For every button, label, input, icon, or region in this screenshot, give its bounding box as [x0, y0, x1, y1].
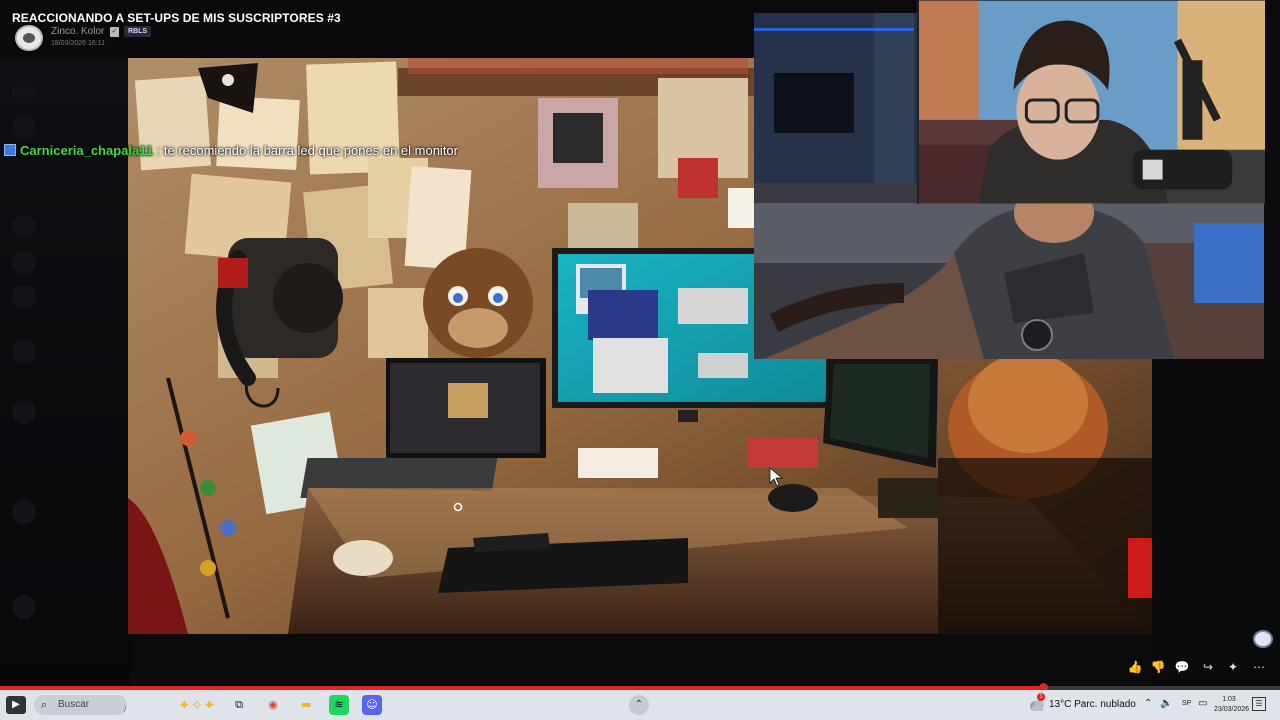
video-title: REACCIONANDO A SET-UPS DE MIS SUSCRIPTOR… [12, 11, 341, 25]
chat-text: te recomiendo la barra led que pones en … [163, 143, 458, 158]
input-language[interactable]: SP [1182, 700, 1191, 707]
server-icon [12, 340, 36, 364]
spotify-icon[interactable]: ≋ [329, 695, 349, 715]
server-icon [12, 285, 36, 309]
notification-icon[interactable]: ☰ [1252, 697, 1266, 711]
server-icon [12, 80, 36, 104]
server-icon [12, 115, 36, 139]
dislike-icon[interactable]: 👎 [1150, 659, 1166, 675]
upload-date: 18/03/2026 16:11 [51, 40, 105, 47]
share-icon[interactable]: ↪ [1200, 659, 1216, 675]
chat-separator: : [156, 143, 161, 158]
taskbar-search[interactable]: ⌕ Buscar / 1:18:09 [34, 695, 127, 715]
video-duration: / 1:18:09 [124, 705, 127, 714]
clock-date: 23/03/2026 [1214, 706, 1250, 713]
discord-icon[interactable]: ☺ [362, 695, 382, 715]
search-placeholder: Buscar [58, 699, 90, 710]
search-icon: ⌕ [41, 698, 48, 711]
play-icon[interactable]: ▶ [6, 696, 26, 714]
system-clock[interactable]: 1:03 23/03/2026 [1214, 695, 1250, 715]
weather-temp: 13°C [1049, 699, 1072, 710]
chat-username: Carniceria_chapala11 [20, 143, 153, 158]
verified-badge-icon: ✓ [110, 27, 119, 37]
network-icon[interactable]: ▭ [1198, 698, 1207, 709]
chat-badge-icon [4, 144, 16, 156]
channel-watermark-icon[interactable] [1253, 630, 1273, 648]
channel-name[interactable]: Zinco. Kolor [51, 26, 104, 37]
weather-text[interactable]: 13°C Parc. nublado [1049, 699, 1136, 710]
server-icon [12, 500, 36, 524]
server-icon [12, 400, 36, 424]
comment-icon[interactable]: 💬 [1174, 659, 1190, 675]
chat-message: Carniceria_chapala11 : te recomiendo la … [4, 143, 458, 161]
server-icon [12, 250, 36, 274]
copilot-sparkle-icon[interactable]: ✦✧✦ [178, 696, 216, 714]
file-explorer-icon[interactable]: ▬ [296, 695, 316, 715]
volume-icon[interactable]: 🔈 [1160, 698, 1172, 709]
windows-taskbar: ▶ ⌕ Buscar / 1:18:09 ✦✧✦ ⧉ ◉ ▬ ≋ ☺ ⌃ 1 13°C … [0, 690, 1280, 720]
streamer-webcam [917, 0, 1265, 204]
clock-time: 1:03 [1222, 696, 1236, 703]
scroll-up-chevron-icon[interactable]: ⌃ [629, 695, 649, 715]
discord-sidebar-background [0, 0, 130, 690]
screen: REACCIONANDO A SET-UPS DE MIS SUSCRIPTOR… [0, 0, 1280, 720]
server-icon [12, 215, 36, 239]
more-icon[interactable]: ⋯ [1251, 659, 1267, 675]
like-icon[interactable]: 👍 [1127, 659, 1143, 675]
task-view-icon[interactable]: ⧉ [229, 695, 249, 715]
channel-badge: RBLS [124, 26, 152, 37]
server-icon [12, 595, 36, 619]
tray-chevron-icon[interactable]: ⌃ [1144, 698, 1152, 709]
sparkle-icon[interactable]: ✦ [1225, 659, 1241, 675]
weather-alert-badge: 1 [1037, 693, 1045, 701]
weather-desc: Parc. nublado [1074, 699, 1136, 710]
chrome-icon[interactable]: ◉ [263, 695, 283, 715]
channel-avatar[interactable] [15, 25, 43, 51]
